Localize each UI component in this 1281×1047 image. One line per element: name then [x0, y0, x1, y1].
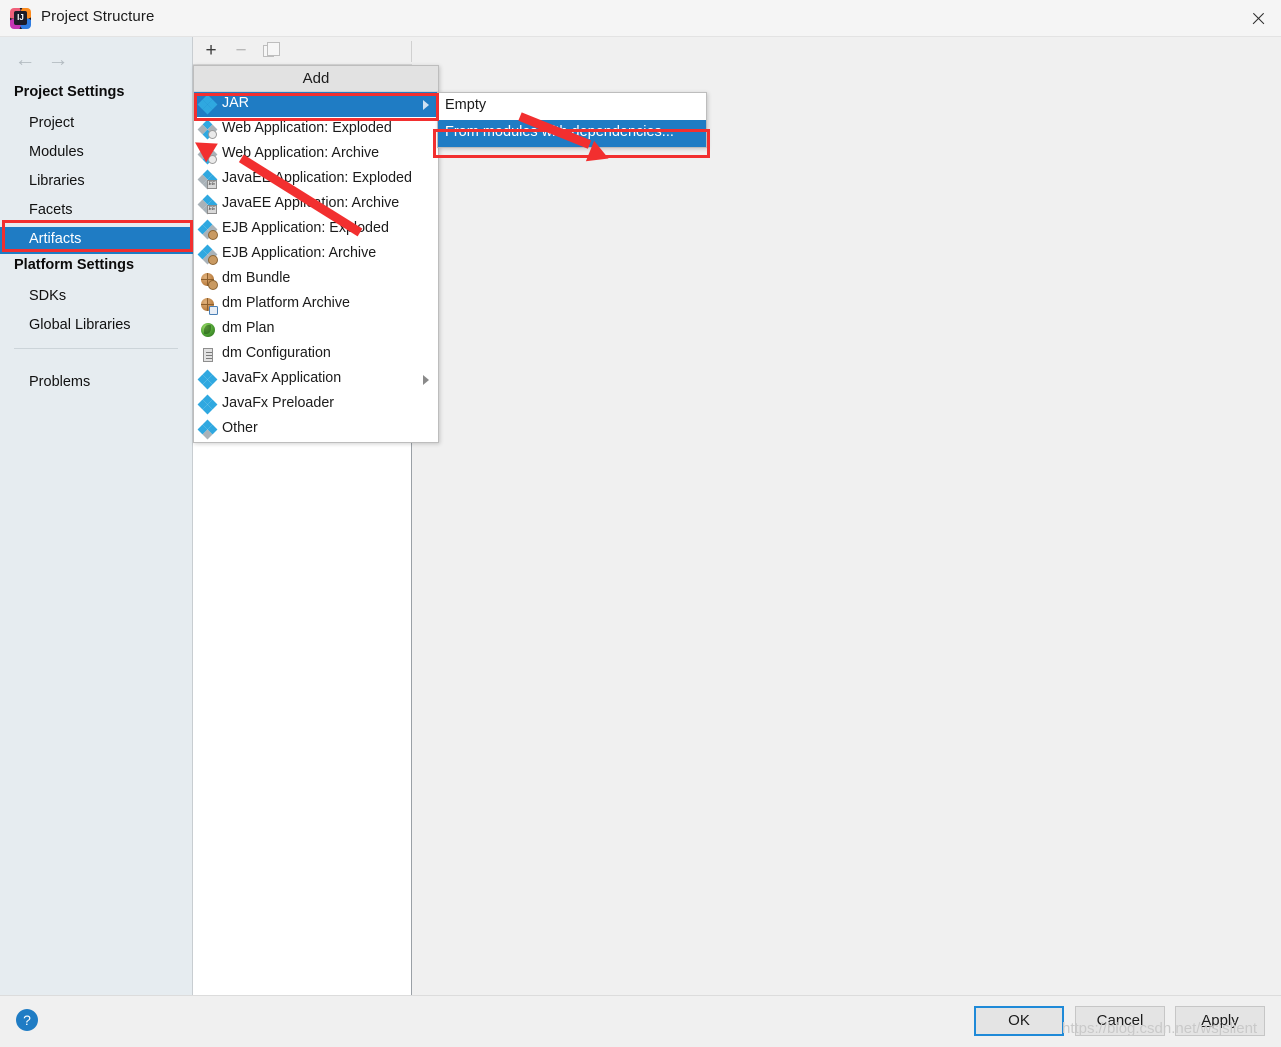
project-structure-dialog: IJ Project Structure ← → Project Setting… — [0, 0, 1281, 1047]
dm-platform-archive-icon — [199, 296, 218, 315]
sidebar-divider — [14, 348, 178, 349]
sidebar-item-label: Facets — [29, 202, 73, 218]
javafx-preloader-icon — [197, 394, 218, 415]
dm-configuration-icon — [199, 346, 216, 363]
menu-item-label: JavaEE Application: Exploded — [222, 170, 412, 186]
menu-item-web-application-exploded[interactable]: Web Application: Exploded — [194, 117, 438, 142]
settings-sidebar: ← → Project Settings Project Modules Lib… — [0, 37, 193, 995]
menu-item-label: dm Configuration — [222, 345, 331, 361]
menu-item-label: dm Plan — [222, 320, 275, 336]
submenu-item-label: Empty — [445, 97, 487, 113]
add-artifact-menu: Add JAR Web Application: Exploded Web Ap… — [193, 65, 439, 443]
menu-item-jar[interactable]: JAR — [194, 92, 438, 117]
chevron-right-icon — [423, 375, 429, 385]
dm-plan-icon — [199, 321, 216, 338]
sidebar-item-label: Project — [29, 115, 75, 131]
menu-item-label: JAR — [222, 95, 250, 111]
dm-bundle-icon — [199, 271, 218, 290]
sidebar-heading-project-settings: Project Settings — [14, 84, 125, 100]
menu-item-dm-configuration[interactable]: dm Configuration — [194, 342, 438, 367]
sidebar-item-label: Modules — [29, 144, 84, 160]
apply-button[interactable]: Apply — [1175, 1006, 1265, 1036]
javafx-application-icon — [197, 369, 218, 390]
apply-mnemonic: A — [1201, 1012, 1212, 1029]
menu-item-javafx-application[interactable]: JavaFx Application — [194, 367, 438, 392]
forward-arrow-icon[interactable]: → — [43, 46, 73, 74]
add-menu-header: Add — [194, 66, 438, 92]
menu-item-label: dm Platform Archive — [222, 295, 350, 311]
menu-item-label: Web Application: Exploded — [222, 120, 392, 136]
web-archive-icon — [197, 144, 218, 165]
submenu-item-label: From modules with dependencies... — [445, 124, 674, 140]
javaee-archive-icon: EE — [197, 194, 218, 215]
menu-item-label: JavaEE Application: Archive — [222, 195, 400, 211]
menu-item-dm-bundle[interactable]: dm Bundle — [194, 267, 438, 292]
menu-item-ejb-application-archive[interactable]: EJB Application: Archive — [194, 242, 438, 267]
jar-submenu: Empty From modules with dependencies... — [437, 92, 707, 148]
app-icon-label: IJ — [14, 11, 27, 25]
menu-item-label: EJB Application: Archive — [222, 245, 377, 261]
chevron-right-icon — [423, 100, 429, 110]
sidebar-item-problems[interactable]: Problems — [0, 370, 193, 397]
menu-item-dm-platform-archive[interactable]: dm Platform Archive — [194, 292, 438, 317]
ejb-exploded-icon — [197, 219, 218, 240]
intellij-idea-icon: IJ — [10, 8, 31, 29]
sidebar-item-libraries[interactable]: Libraries — [0, 169, 193, 196]
sidebar-item-sdks[interactable]: SDKs — [0, 284, 193, 311]
help-button[interactable]: ? — [16, 1009, 38, 1031]
sidebar-item-label: Global Libraries — [29, 317, 131, 333]
javaee-exploded-icon: EE — [197, 169, 218, 190]
sidebar-item-label: Libraries — [29, 173, 85, 189]
sidebar-item-artifacts[interactable]: Artifacts — [0, 227, 193, 254]
submenu-item-from-modules-with-dependencies[interactable]: From modules with dependencies... — [438, 120, 706, 147]
back-arrow-icon[interactable]: ← — [10, 46, 40, 74]
sidebar-item-label: Problems — [29, 374, 91, 390]
ejb-archive-icon — [197, 244, 218, 265]
ok-button[interactable]: OK — [974, 1006, 1064, 1036]
artifacts-toolbar: + − — [193, 37, 412, 65]
menu-item-javaee-application-exploded[interactable]: EE JavaEE Application: Exploded — [194, 167, 438, 192]
menu-item-label: Other — [222, 420, 258, 436]
sidebar-item-modules[interactable]: Modules — [0, 140, 193, 167]
menu-item-web-application-archive[interactable]: Web Application: Archive — [194, 142, 438, 167]
remove-artifact-button[interactable]: − — [226, 37, 256, 65]
jar-icon — [197, 94, 218, 115]
sidebar-heading-platform-settings: Platform Settings — [14, 257, 135, 273]
menu-item-label: JavaFx Application — [222, 370, 342, 386]
close-icon[interactable] — [1235, 0, 1281, 37]
menu-item-dm-plan[interactable]: dm Plan — [194, 317, 438, 342]
menu-item-label: JavaFx Preloader — [222, 395, 335, 411]
copy-artifact-button[interactable] — [255, 37, 285, 65]
apply-label-rest: pply — [1211, 1012, 1239, 1029]
window-title: Project Structure — [41, 8, 155, 25]
menu-item-ejb-application-exploded[interactable]: EJB Application: Exploded — [194, 217, 438, 242]
sidebar-item-label: Artifacts — [29, 231, 82, 247]
menu-item-label: dm Bundle — [222, 270, 291, 286]
sidebar-item-label: SDKs — [29, 288, 67, 304]
menu-item-label: EJB Application: Exploded — [222, 220, 389, 236]
add-artifact-button[interactable]: + — [196, 37, 226, 65]
submenu-item-empty[interactable]: Empty — [438, 93, 706, 120]
artifact-details-panel — [412, 37, 1281, 995]
sidebar-item-facets[interactable]: Facets — [0, 198, 193, 225]
sidebar-item-global-libraries[interactable]: Global Libraries — [0, 313, 193, 340]
menu-item-other[interactable]: Other — [194, 417, 438, 442]
menu-item-javaee-application-archive[interactable]: EE JavaEE Application: Archive — [194, 192, 438, 217]
sidebar-item-project[interactable]: Project — [0, 111, 193, 138]
other-icon — [197, 419, 218, 440]
cancel-button[interactable]: Cancel — [1075, 1006, 1165, 1036]
web-exploded-icon — [197, 119, 218, 140]
dialog-footer: ? OK Cancel Apply — [0, 995, 1281, 1047]
menu-item-javafx-preloader[interactable]: JavaFx Preloader — [194, 392, 438, 417]
navigation-arrows: ← → — [8, 46, 88, 74]
copy-icon — [263, 42, 280, 57]
title-bar: IJ Project Structure — [0, 0, 1281, 37]
menu-item-label: Web Application: Archive — [222, 145, 380, 161]
